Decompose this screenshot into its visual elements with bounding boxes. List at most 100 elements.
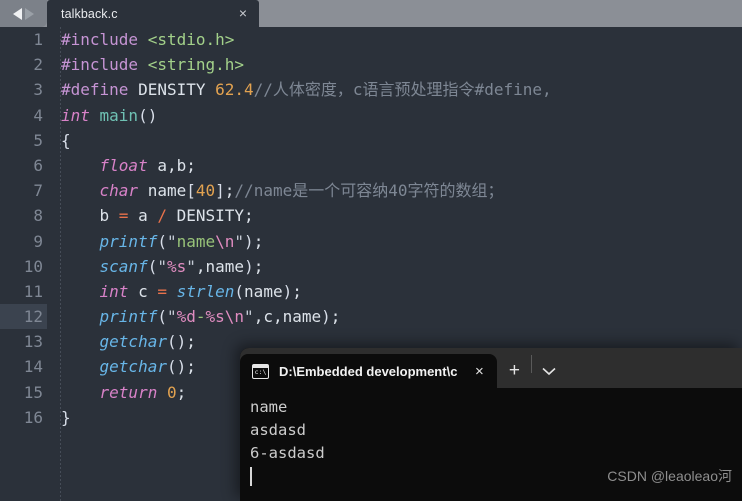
code-token: main [99,105,139,125]
code-text: getchar(); [47,354,196,379]
code-token: ; [253,256,264,276]
code-token: DENSITY; [166,206,254,226]
code-token: ; [224,181,235,201]
code-text: return 0; [47,380,187,405]
code-token: ) [244,256,254,276]
code-token: //name是一个可容纳40字符的数组； [234,181,504,201]
code-token: 0 [166,382,177,402]
terminal-line: 6-asdasd [250,444,325,462]
new-tab-button[interactable]: + [497,354,531,388]
line-number: 16 [23,407,43,427]
code-text: int c = strlen(name); [47,279,302,304]
code-line[interactable]: 7 char name[40];//name是一个可容纳40字符的数组； [0,178,742,203]
code-token: <string.h> [147,55,245,75]
code-text: scanf("%s",name); [47,254,264,279]
line-number: 5 [33,130,43,150]
line-number: 11 [23,281,43,301]
line-number: 3 [33,80,43,100]
code-token: () [138,105,158,125]
code-line[interactable]: 10 scanf("%s",name); [0,254,742,279]
code-token: ; [330,307,341,327]
code-line[interactable]: 1 #include <stdio.h> [0,27,742,52]
code-token: <stdio.h> [147,30,235,49]
line-number: 14 [23,357,43,377]
code-token: ; [292,281,302,301]
code-token: printf [99,307,158,327]
code-line[interactable]: 9 printf("name\n"); [0,229,742,254]
console-icon-text: c:\ [254,367,267,376]
code-line[interactable]: 12 printf("%d-%s\n",c,name); [0,304,742,330]
code-token: DENSITY [138,80,216,100]
code-token: - [195,307,206,327]
code-token: scanf [99,256,148,276]
code-token: strlen [176,281,235,301]
line-number: 10 [23,256,43,276]
code-text: { [47,128,71,153]
line-number: 2 [33,55,43,75]
code-token: a,b; [157,155,196,175]
code-token: ,name [195,256,245,276]
code-token: //人体密度，c语言预处理指令#define, [253,80,552,100]
code-token: ( [157,231,167,251]
close-icon[interactable]: × [467,363,491,380]
code-line[interactable]: 3 #define DENSITY 62.4//人体密度，c语言预处理指令#def… [0,77,742,102]
close-icon[interactable]: × [235,5,251,22]
code-token: = [118,206,129,226]
code-text: #define DENSITY 62.4//人体密度，c语言预处理指令#defi… [47,77,552,102]
code-line[interactable]: 2 #include <string.h> [0,52,742,77]
tabbar-empty-area [259,0,742,27]
code-line[interactable]: 6 float a,b; [0,153,742,178]
code-token: int [99,281,139,301]
console-icon: c:\ [252,363,269,379]
code-token: ] [215,181,225,201]
code-token: ) [282,281,293,301]
code-token: / [157,206,167,226]
code-token: } [61,407,71,427]
editor-tabbar: talkback.c × [0,0,742,27]
code-token: " [157,256,167,276]
chevron-down-icon[interactable] [532,354,566,388]
line-number: 6 [33,155,43,175]
terminal-line: name [250,398,288,416]
arrow-left-icon[interactable] [13,7,22,20]
line-number: 9 [33,231,43,251]
line-number: 8 [33,206,43,226]
arrow-right-icon[interactable] [25,7,34,20]
code-text: char name[40];//name是一个可容纳40字符的数组； [47,178,504,203]
tab-nav-buttons[interactable] [0,0,47,27]
code-token: = [157,281,167,301]
code-text: #include <string.h> [47,52,244,77]
code-token: ,c,name [253,307,322,327]
terminal-tab[interactable]: c:\ D:\Embedded development\c × [240,354,498,388]
code-token: getchar [99,332,167,352]
code-token: ) [321,307,331,327]
code-token: () [166,357,187,377]
code-token: name [147,181,187,201]
code-token: ) [244,231,254,251]
code-token: [ [186,181,196,201]
file-tab-talkback-c[interactable]: talkback.c × [47,0,259,27]
code-token: name [244,281,283,301]
code-token: return [99,382,167,402]
code-line[interactable]: 4 int main() [0,103,742,128]
line-number: 4 [33,105,43,125]
code-token: ( [234,281,245,301]
code-token: char [99,181,148,201]
code-token: " [166,307,177,327]
code-token: \n [215,231,235,251]
code-line[interactable]: 5{ [0,128,742,153]
code-token: ( [147,256,158,276]
code-token: 62.4 [215,80,254,100]
code-line[interactable]: 8 b = a / DENSITY; [0,203,742,228]
code-text: getchar(); [47,329,196,354]
code-line[interactable]: 11 int c = strlen(name); [0,279,742,304]
code-token: ; [176,382,187,402]
